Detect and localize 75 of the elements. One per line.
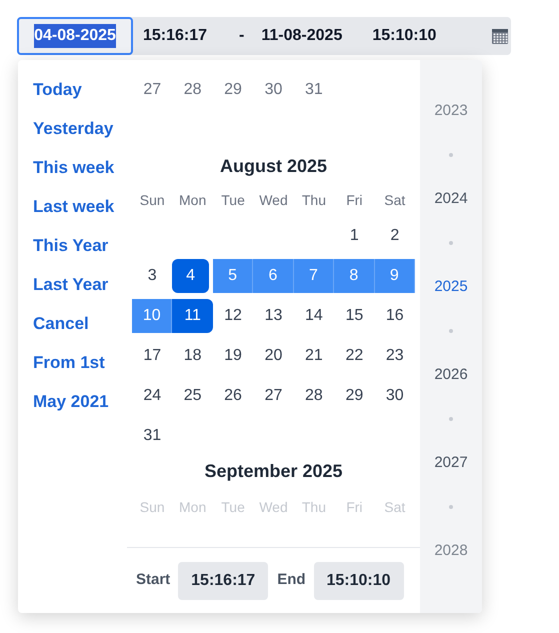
start-time-label: Start xyxy=(136,570,170,590)
day-cell[interactable]: 12 xyxy=(212,299,254,333)
shortcut-link[interactable]: Yesterday xyxy=(33,118,114,140)
shortcut-link[interactable]: This Year xyxy=(33,235,108,257)
weekday-label: Mon xyxy=(178,498,208,516)
day-cell[interactable]: 15 xyxy=(334,299,375,333)
day-cell[interactable]: 22 xyxy=(334,339,375,373)
year-item[interactable]: 2024 xyxy=(434,177,468,221)
day-cell[interactable]: 19 xyxy=(212,339,254,373)
end-date-text[interactable]: 11-08-2025 xyxy=(261,24,342,48)
weekday-label: Thu xyxy=(300,498,327,516)
dot-icon xyxy=(449,329,453,333)
day-cell[interactable]: 4 xyxy=(172,259,209,293)
day-cell[interactable]: 26 xyxy=(212,379,254,413)
day-cell[interactable]: 28 xyxy=(294,379,334,413)
year-item[interactable]: 2027 xyxy=(434,441,468,485)
dot-icon xyxy=(449,505,453,509)
day-cell[interactable]: 31 xyxy=(132,419,172,453)
weekday-label: Sun xyxy=(138,498,166,516)
day-cell[interactable]: 3 xyxy=(132,259,172,293)
year-item[interactable]: 2026 xyxy=(434,353,468,397)
range-separator: - xyxy=(239,26,244,46)
shortcut-link[interactable]: Last Year xyxy=(33,274,108,296)
day-cell[interactable]: 29 xyxy=(334,379,375,413)
weekday-label: Wed xyxy=(258,190,289,210)
shortcut-link[interactable]: Cancel xyxy=(33,313,89,335)
day-cell[interactable]: 20 xyxy=(253,339,294,373)
end-time-field[interactable]: 15:10:10 xyxy=(314,562,404,600)
start-time-text[interactable]: 15:16:17 xyxy=(143,24,208,48)
day-cell[interactable]: 11 xyxy=(172,299,213,333)
shortcut-link[interactable]: Today xyxy=(33,79,82,101)
weekday-label: Tue xyxy=(220,190,246,210)
weekday-label: Fri xyxy=(345,498,364,516)
shortcut-link[interactable]: This week xyxy=(33,157,114,179)
shortcut-link[interactable]: Last week xyxy=(33,196,114,218)
start-date-field[interactable]: 04-08-2025 xyxy=(17,17,133,55)
previous-month-day[interactable]: 31 xyxy=(294,70,334,110)
day-cell[interactable]: 2 xyxy=(374,219,415,253)
day-cell[interactable]: 25 xyxy=(172,379,213,413)
day-cell[interactable]: 27 xyxy=(253,379,294,413)
weekday-label: Sat xyxy=(383,190,406,210)
day-cell[interactable]: 13 xyxy=(253,299,294,333)
previous-month-day[interactable]: 29 xyxy=(212,70,254,110)
end-time-text[interactable]: 15:10:10 xyxy=(372,24,436,48)
day-cell[interactable]: 18 xyxy=(172,339,213,373)
year-item[interactable]: 2025 xyxy=(434,265,468,309)
weekday-label: Thu xyxy=(300,190,327,210)
end-time-label: End xyxy=(277,570,306,590)
day-cell[interactable]: 1 xyxy=(334,219,375,253)
day-cell[interactable]: 17 xyxy=(132,339,172,373)
day-cell[interactable]: 24 xyxy=(132,379,172,413)
weekday-label: Tue xyxy=(220,498,246,516)
dot-icon xyxy=(449,417,453,421)
previous-month-day[interactable]: 28 xyxy=(172,70,213,110)
weekday-label: Sat xyxy=(383,498,406,516)
weekday-label: Sun xyxy=(138,190,166,210)
start-time-field[interactable]: 15:16:17 xyxy=(178,562,268,600)
dot-icon xyxy=(449,153,453,157)
previous-month-day[interactable]: 27 xyxy=(132,70,172,110)
shortcut-link[interactable]: From 1st xyxy=(33,352,105,374)
day-cell[interactable]: 23 xyxy=(374,339,415,373)
day-cell[interactable]: 14 xyxy=(294,299,334,333)
weekday-label: Wed xyxy=(258,498,289,516)
date-range-field[interactable]: 04-08-2025 15:16:17 - 11-08-2025 15:10:10 xyxy=(17,17,511,55)
weekday-label: Mon xyxy=(178,190,208,210)
weekday-label: Fri xyxy=(345,190,364,210)
month-title: August 2025 xyxy=(220,155,328,178)
dot-icon xyxy=(449,241,453,245)
previous-month-day[interactable]: 30 xyxy=(253,70,294,110)
day-cell[interactable]: 30 xyxy=(374,379,415,413)
calendar-icon[interactable] xyxy=(491,27,509,45)
day-cell[interactable]: 16 xyxy=(374,299,415,333)
shortcut-link[interactable]: May 2021 xyxy=(33,391,109,413)
day-cell[interactable]: 21 xyxy=(294,339,334,373)
month-title: September 2025 xyxy=(204,460,343,483)
